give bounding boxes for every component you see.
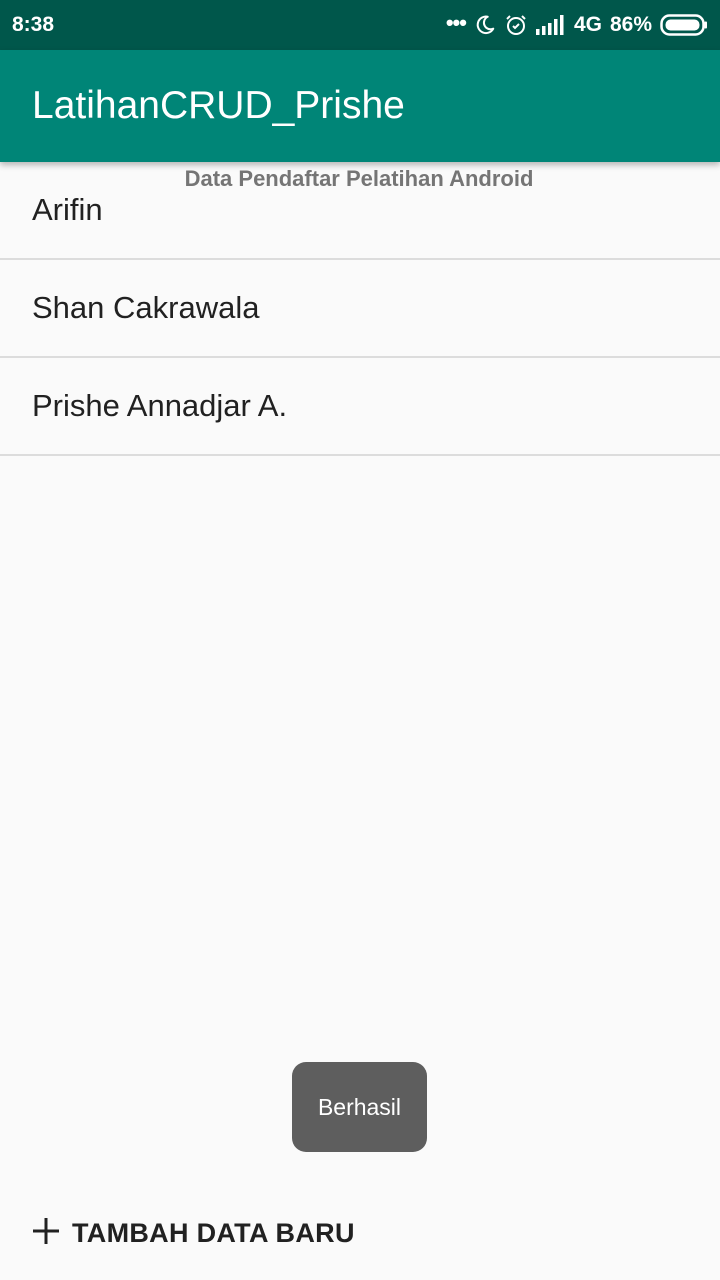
list-item[interactable]: Shan Cakrawala: [0, 260, 720, 358]
plus-icon: [32, 1217, 60, 1250]
more-notifications-icon: •••: [445, 10, 467, 35]
app-screen: 8:38 ••• 4G 86% LatihanCRUD_Prishe Data …: [0, 0, 720, 1280]
add-new-data-button[interactable]: TAMBAH DATA BARU: [32, 1208, 355, 1258]
list-item[interactable]: Prishe Annadjar A.: [0, 358, 720, 456]
moon-icon: [474, 14, 496, 36]
signal-icon: [535, 15, 566, 35]
add-button-label: TAMBAH DATA BARU: [72, 1217, 355, 1248]
registrant-list: Arifin Shan Cakrawala Prishe Annadjar A.: [0, 162, 720, 456]
battery-icon: [660, 13, 708, 37]
battery-percent: 86%: [609, 13, 652, 36]
status-time: 8:38: [12, 13, 55, 36]
app-bar: LatihanCRUD_Prishe: [0, 50, 720, 162]
alarm-icon: [504, 13, 528, 37]
toast-message: Berhasil: [292, 1062, 427, 1152]
network-type: 4G: [573, 13, 602, 36]
app-title: LatihanCRUD_Prishe: [32, 84, 405, 127]
status-icons: ••• 4G 86%: [445, 10, 708, 37]
list-header: Data Pendaftar Pelatihan Android: [184, 166, 534, 191]
status-bar: 8:38 ••• 4G 86%: [0, 0, 720, 50]
